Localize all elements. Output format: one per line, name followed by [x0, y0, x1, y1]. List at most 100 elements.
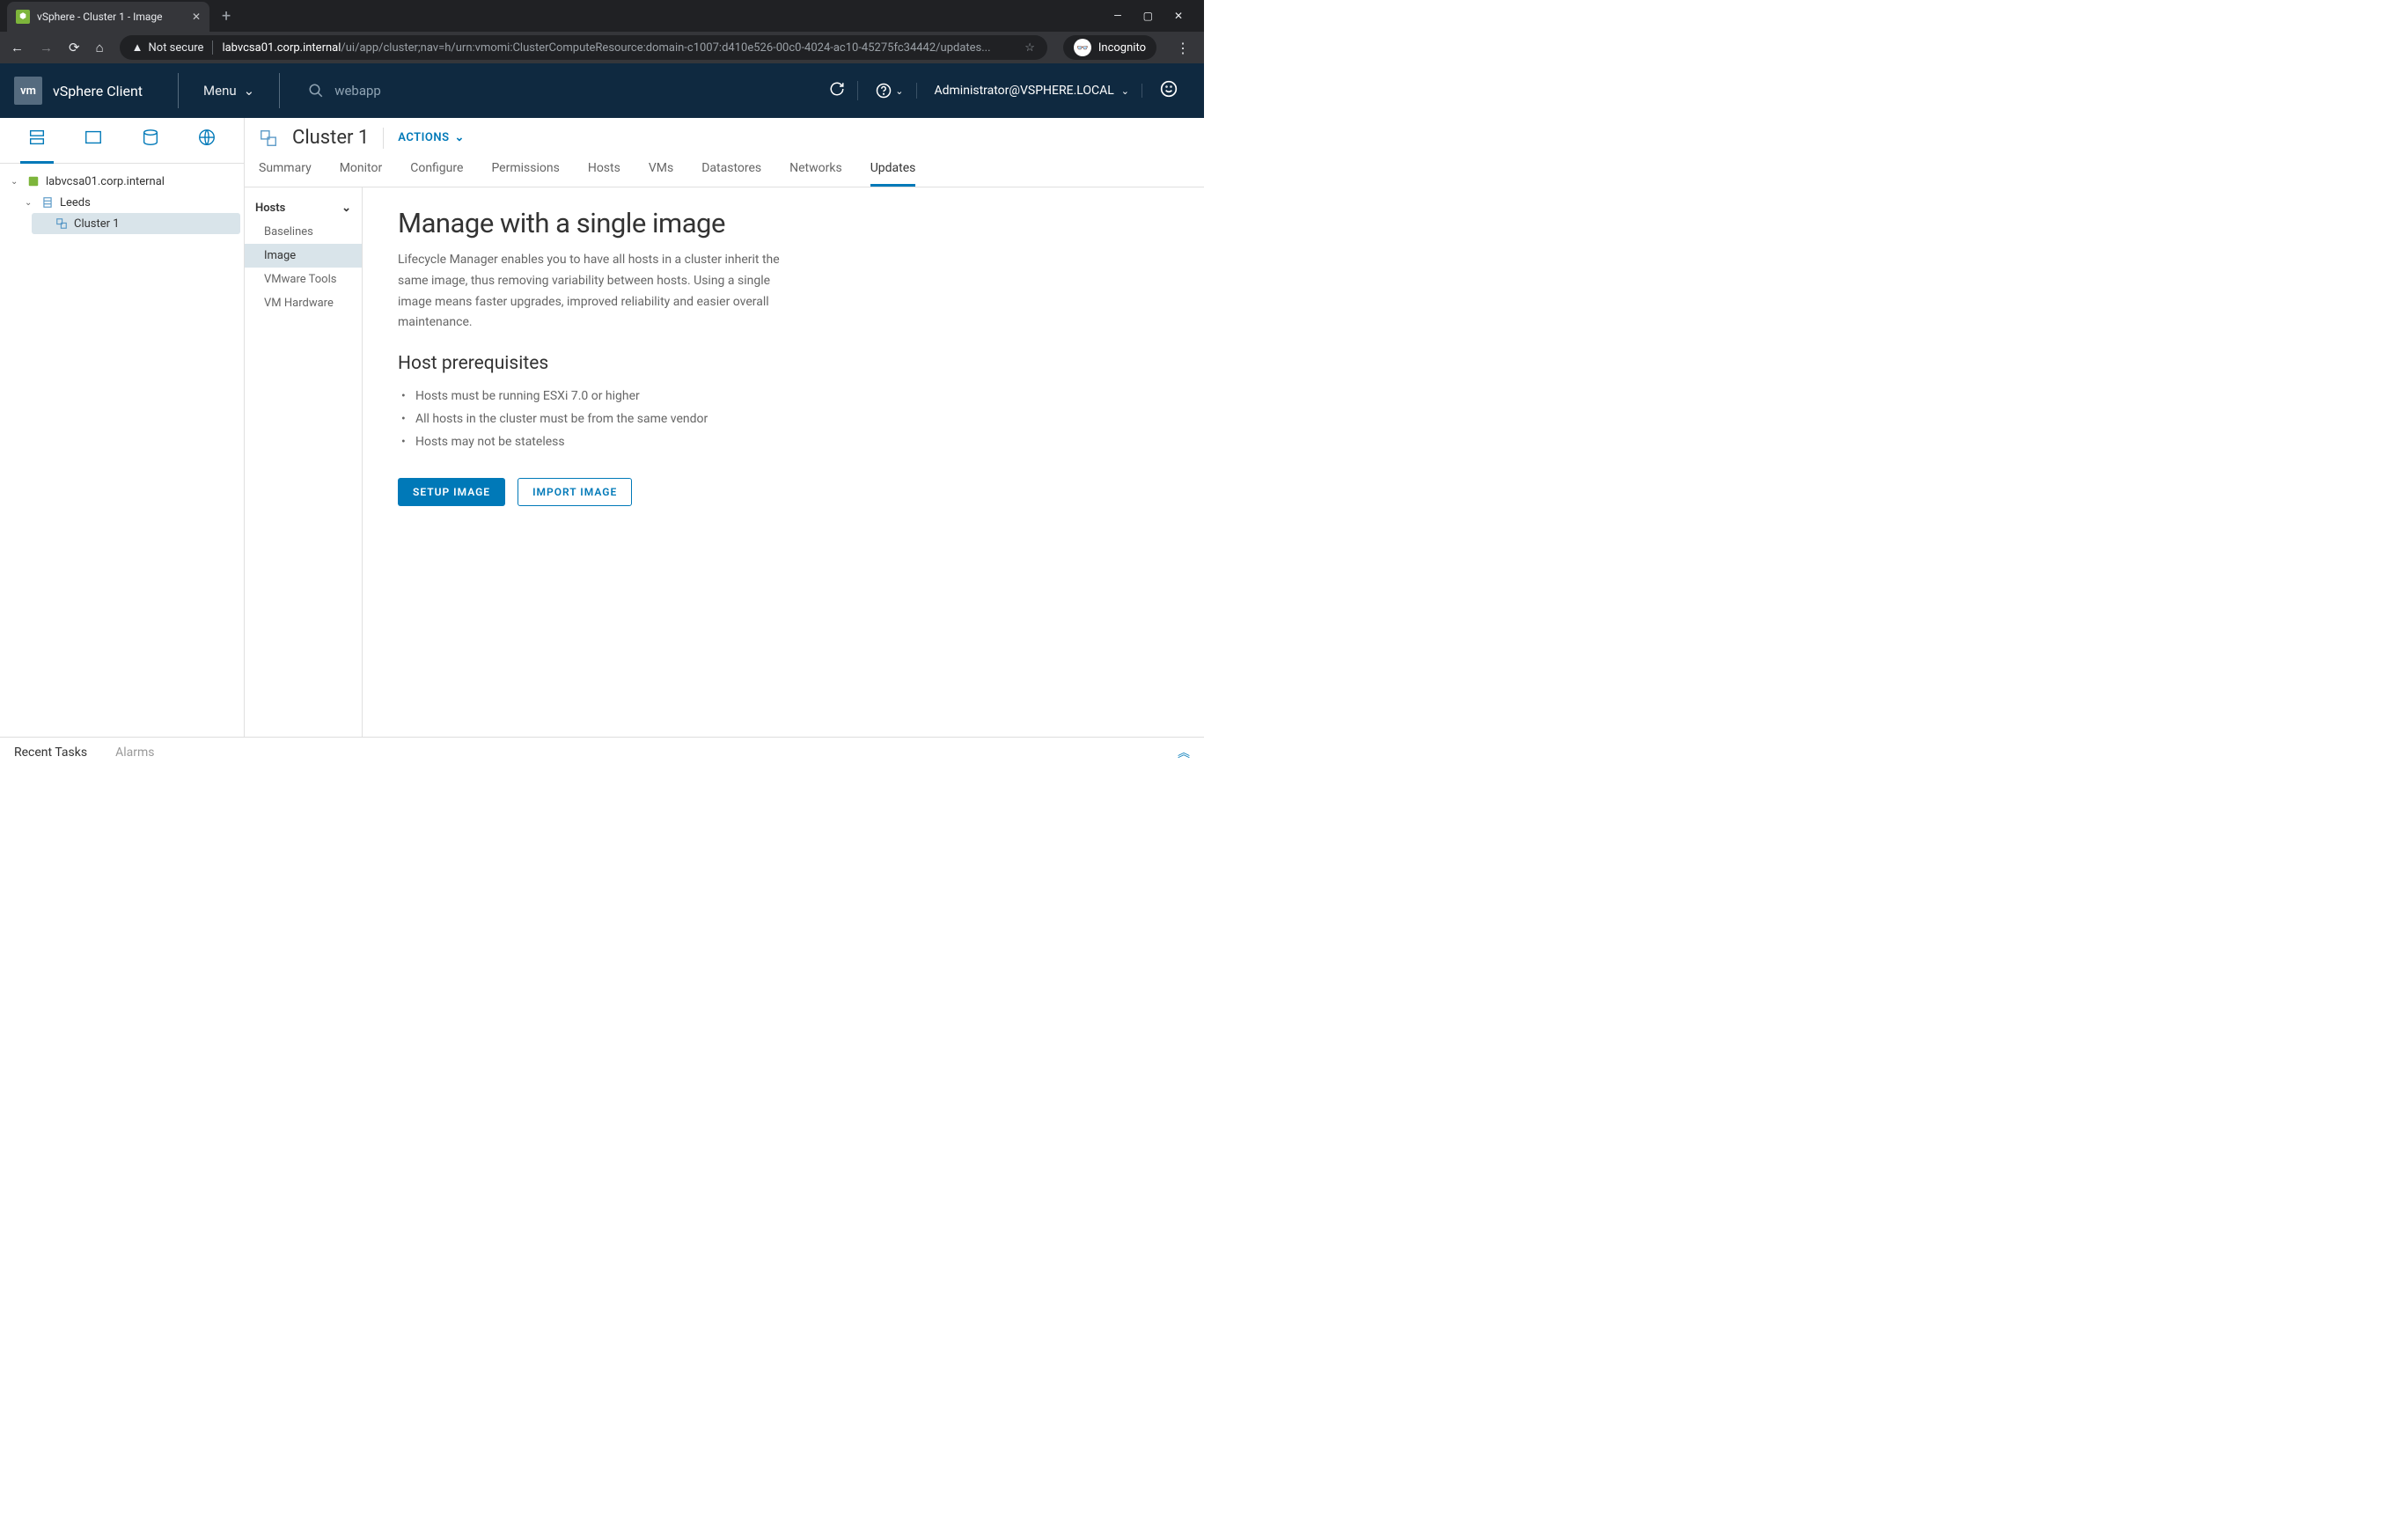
button-row: SETUP IMAGE IMPORT IMAGE [398, 478, 1169, 506]
browser-menu-icon[interactable]: ⋮ [1172, 40, 1193, 56]
storage-tab-icon[interactable] [134, 117, 167, 164]
tab-networks[interactable]: Networks [789, 154, 842, 187]
inventory-tree: ⌄ labvcsa01.corp.internal ⌄ Leeds Cluste… [0, 164, 244, 241]
menu-label: Menu [203, 83, 237, 99]
side-item-image[interactable]: Image [245, 244, 362, 268]
search-box[interactable]: webapp [294, 83, 817, 99]
vcenter-icon [26, 174, 40, 188]
reload-icon[interactable]: ⟳ [69, 40, 80, 55]
browser-tab[interactable]: ⬢ vSphere - Cluster 1 - Image ✕ [7, 2, 209, 32]
favicon-vsphere-icon: ⬢ [16, 10, 30, 24]
content-area: Cluster 1 ACTIONS ⌄ Summary Monitor Config… [245, 118, 1204, 737]
address-bar[interactable]: ▲ Not secure labvcsa01.corp.internal /ui… [120, 35, 1047, 60]
content-body: Hosts ⌄ BaselinesImageVMware ToolsVM Har… [245, 187, 1204, 737]
tree-vcenter[interactable]: ⌄ labvcsa01.corp.internal [4, 171, 240, 192]
home-icon[interactable]: ⌂ [96, 40, 104, 55]
tree-cluster[interactable]: Cluster 1 [32, 213, 240, 234]
tab-vms[interactable]: VMs [649, 154, 673, 187]
prereq-item: Hosts must be running ESXi 7.0 or higher [398, 385, 1169, 408]
tree-label: Cluster 1 [74, 217, 120, 231]
chevron-down-icon: ⌄ [1121, 85, 1129, 97]
alarms-tab[interactable]: Alarms [115, 745, 154, 760]
tab-summary[interactable]: Summary [259, 154, 312, 187]
tab-updates[interactable]: Updates [870, 154, 916, 187]
setup-image-button[interactable]: SETUP IMAGE [398, 478, 505, 506]
bottom-bar: Recent Tasks Alarms ︽ [0, 737, 1204, 768]
cluster-icon [55, 217, 69, 231]
url-host: labvcsa01.corp.internal [222, 41, 341, 55]
side-item-baselines[interactable]: Baselines [245, 220, 362, 244]
browser-nav: ← → ⟳ ⌂ [11, 40, 104, 55]
browser-tab-bar: ⬢ vSphere - Cluster 1 - Image ✕ + — ▢ ✕ [0, 0, 1204, 32]
main-content: Manage with a single image Lifecycle Man… [363, 187, 1204, 737]
networking-tab-icon[interactable] [190, 117, 224, 164]
smiley-icon [1160, 80, 1178, 98]
content-tabs: Summary Monitor Configure Permissions Hosts V… [259, 154, 1190, 187]
window-controls: — ▢ ✕ [1099, 10, 1197, 22]
bookmark-icon[interactable]: ☆ [1024, 41, 1035, 55]
menu-button[interactable]: Menu ⌄ [193, 83, 265, 99]
tree-datacenter[interactable]: ⌄ Leeds [18, 192, 240, 213]
page-title: Cluster 1 [292, 127, 369, 149]
chevron-down-icon: ⌄ [11, 177, 21, 187]
vsphere-header: vm vSphere Client Menu ⌄ webapp ⌄ Admini… [0, 63, 1204, 118]
prereq-heading: Host prerequisites [398, 353, 1169, 374]
divider [279, 73, 280, 108]
side-section-hosts[interactable]: Hosts ⌄ [245, 196, 362, 220]
actions-button[interactable]: ACTIONS ⌄ [398, 131, 465, 144]
cluster-icon [259, 129, 278, 148]
expand-panel-icon[interactable]: ︽ [1178, 744, 1190, 761]
tree-label: labvcsa01.corp.internal [46, 175, 165, 188]
incognito-badge[interactable]: 👓 Incognito [1063, 35, 1156, 60]
new-tab-button[interactable]: + [213, 7, 239, 26]
hosts-clusters-tab-icon[interactable] [20, 117, 54, 164]
tab-datastores[interactable]: Datastores [701, 154, 761, 187]
search-text: webapp [334, 83, 381, 99]
inventory-nav-tabs [0, 118, 244, 164]
window-maximize-icon[interactable]: ▢ [1143, 10, 1153, 22]
window-close-icon[interactable]: ✕ [1174, 10, 1183, 22]
refresh-icon [829, 81, 845, 97]
user-menu[interactable]: Administrator@VSPHERE.LOCAL ⌄ [922, 84, 1143, 98]
client-name[interactable]: vSphere Client [53, 83, 164, 99]
security-indicator[interactable]: ▲ Not secure [132, 40, 214, 55]
user-label: Administrator@VSPHERE.LOCAL [935, 84, 1114, 98]
search-icon [308, 83, 324, 99]
chevron-down-icon: ⌄ [341, 202, 351, 215]
import-image-button[interactable]: IMPORT IMAGE [518, 478, 632, 506]
main-heading: Manage with a single image [398, 207, 1169, 239]
main-description: Lifecycle Manager enables you to have al… [398, 250, 803, 334]
url-path: /ui/app/cluster;nav=h/urn:vmomi:ClusterC… [341, 41, 990, 55]
inventory-panel: ⌄ labvcsa01.corp.internal ⌄ Leeds Cluste… [0, 118, 245, 737]
content-header: Cluster 1 ACTIONS ⌄ Summary Monitor Config… [245, 118, 1204, 187]
recent-tasks-tab[interactable]: Recent Tasks [14, 745, 87, 760]
prereq-item: Hosts may not be stateless [398, 430, 1169, 453]
tab-configure[interactable]: Configure [410, 154, 463, 187]
feedback-button[interactable] [1148, 80, 1190, 101]
title-row: Cluster 1 ACTIONS ⌄ [259, 127, 1190, 154]
refresh-button[interactable] [817, 81, 858, 100]
tab-hosts[interactable]: Hosts [588, 154, 620, 187]
chevron-down-icon: ⌄ [895, 85, 903, 97]
security-label: Not secure [149, 41, 204, 55]
close-tab-icon[interactable]: ✕ [192, 11, 201, 23]
tab-monitor[interactable]: Monitor [340, 154, 383, 187]
divider [178, 73, 179, 108]
header-right: ⌄ Administrator@VSPHERE.LOCAL ⌄ [817, 80, 1190, 101]
tab-permissions[interactable]: Permissions [491, 154, 559, 187]
window-minimize-icon[interactable]: — [1113, 10, 1121, 22]
help-button[interactable]: ⌄ [863, 83, 916, 99]
vms-templates-tab-icon[interactable] [77, 117, 110, 164]
back-icon[interactable]: ← [11, 40, 24, 55]
forward-icon[interactable]: → [40, 40, 53, 55]
side-section-label: Hosts [255, 202, 285, 215]
vmware-logo-icon: vm [14, 77, 42, 105]
chevron-down-icon: ⌄ [25, 198, 35, 208]
prereq-list: Hosts must be running ESXi 7.0 or higher… [398, 385, 1169, 453]
datacenter-icon [40, 195, 55, 209]
side-item-vmware-tools[interactable]: VMware Tools [245, 268, 362, 291]
main-area: ⌄ labvcsa01.corp.internal ⌄ Leeds Cluste… [0, 118, 1204, 737]
side-item-vm-hardware[interactable]: VM Hardware [245, 291, 362, 315]
chevron-down-icon: ⌄ [244, 83, 255, 99]
tree-label: Leeds [60, 196, 91, 209]
